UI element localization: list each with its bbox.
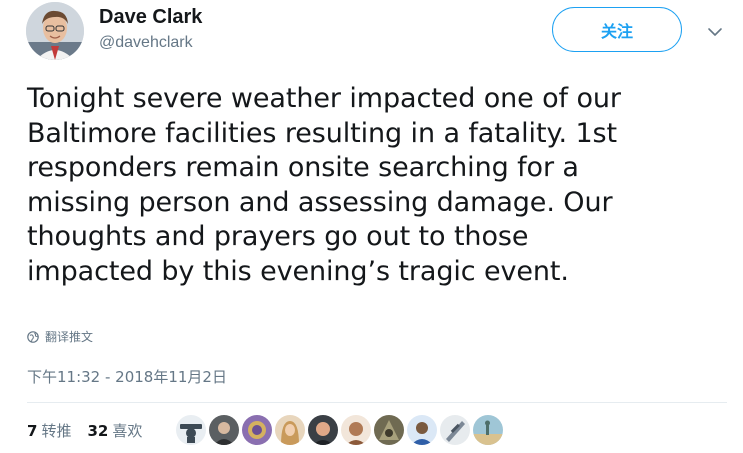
like-count-label: 喜欢 [112, 422, 143, 440]
follow-button[interactable]: 关注 [552, 7, 682, 52]
retweet-count-label: 转推 [41, 422, 72, 440]
liker-avatar-icon [407, 415, 437, 445]
liker-avatar-icon [341, 415, 371, 445]
globe-icon [27, 330, 39, 343]
translate-tweet-link[interactable]: 翻译推文 [27, 328, 93, 345]
retweet-count[interactable]: 7 转推 [27, 420, 71, 441]
liker-avatars [176, 415, 503, 445]
tweet-text: Tonight severe weather impacted one of o… [27, 83, 621, 287]
chevron-down-icon [708, 28, 722, 36]
like-count-number: 32 [87, 422, 109, 440]
liker-avatar-icon [440, 415, 470, 445]
liker-avatar[interactable] [473, 415, 503, 445]
liker-avatar-icon [473, 415, 503, 445]
retweet-count-number: 7 [27, 422, 38, 440]
liker-avatar[interactable] [407, 415, 437, 445]
like-count[interactable]: 32 喜欢 [87, 420, 142, 441]
translate-label: 翻译推文 [45, 330, 94, 344]
avatar-icon [26, 2, 84, 60]
more-menu-button[interactable] [706, 24, 724, 38]
tweet-timestamp[interactable]: 下午11:32 - 2018年11月2日 [27, 366, 227, 387]
liker-avatar[interactable] [242, 415, 272, 445]
liker-avatar[interactable] [308, 415, 338, 445]
liker-avatar-icon [242, 415, 272, 445]
display-name[interactable]: Dave Clark [99, 6, 202, 29]
liker-avatar[interactable] [209, 415, 239, 445]
liker-avatar[interactable] [176, 415, 206, 445]
liker-avatar-icon [275, 415, 305, 445]
liker-avatar-icon [209, 415, 239, 445]
liker-avatar-icon [308, 415, 338, 445]
tweet-card: Dave Clark @davehclark 关注 Tonight severe… [0, 0, 743, 453]
user-avatar[interactable] [26, 2, 84, 60]
liker-avatar[interactable] [341, 415, 371, 445]
user-handle[interactable]: @davehclark [99, 34, 193, 52]
liker-avatar[interactable] [374, 415, 404, 445]
liker-avatar-icon [374, 415, 404, 445]
divider [27, 402, 727, 403]
liker-avatar[interactable] [275, 415, 305, 445]
liker-avatar[interactable] [440, 415, 470, 445]
liker-avatar-icon [176, 415, 206, 445]
tweet-stats: 7 转推 32 喜欢 [27, 420, 142, 441]
